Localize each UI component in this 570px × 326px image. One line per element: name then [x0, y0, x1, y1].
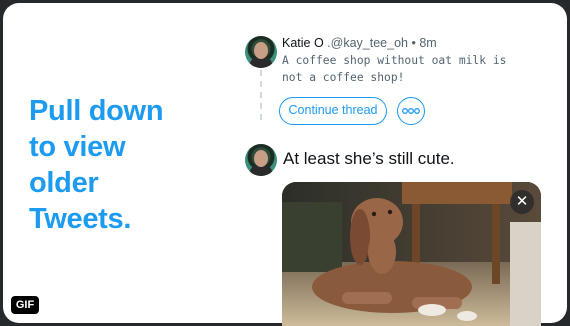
- promo-line-2: to view: [29, 131, 126, 163]
- reply-text: At least she’s still cute.: [283, 149, 455, 168]
- gif-badge: GIF: [11, 296, 39, 314]
- promo-line-4: Tweets.: [29, 203, 132, 235]
- tweet-meta: Katie O .@kay_tee_oh • 8m: [282, 36, 437, 50]
- avatar[interactable]: [245, 144, 277, 176]
- avatar[interactable]: [245, 36, 277, 68]
- continue-thread-button[interactable]: Continue thread: [279, 97, 387, 125]
- author-handle[interactable]: .@kay_tee_oh: [327, 36, 408, 50]
- promo-line-1: Pull down: [29, 95, 164, 127]
- dog-photo: [282, 182, 541, 326]
- meta-separator: •: [411, 36, 416, 50]
- close-button[interactable]: ✕: [510, 190, 534, 214]
- more-button[interactable]: [397, 97, 425, 125]
- tweet-text: A coffee shop without oat milk is not a …: [282, 54, 507, 84]
- thread-connector-line: [260, 70, 262, 120]
- pull-to-refresh-hint: Pull down to view older Tweets.: [29, 93, 229, 237]
- tweet-media[interactable]: [282, 182, 541, 326]
- more-horizontal-icon: [402, 108, 420, 114]
- close-icon: ✕: [515, 193, 529, 210]
- author-name[interactable]: Katie O: [282, 36, 324, 50]
- promo-line-3: older: [29, 167, 99, 199]
- tweet-time[interactable]: 8m: [419, 36, 436, 50]
